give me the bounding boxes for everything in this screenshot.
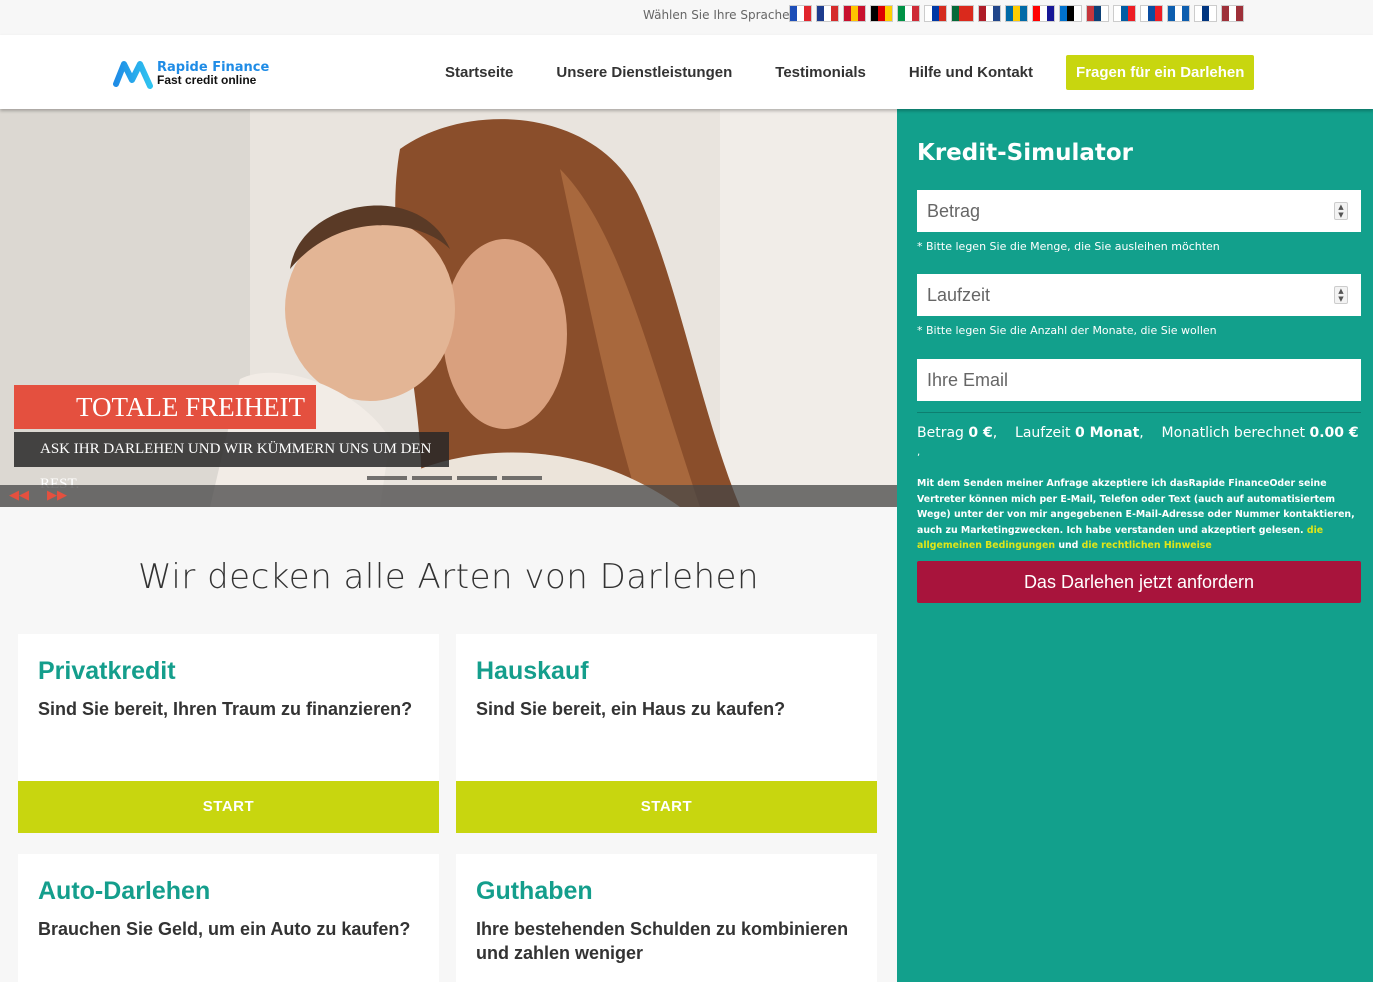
flag-se-icon[interactable] — [1005, 5, 1028, 22]
flag-de-icon[interactable] — [870, 5, 893, 22]
flag-it-icon[interactable] — [897, 5, 920, 22]
summary-monthly-label: Monatlich berechnet — [1161, 425, 1306, 441]
amount-stepper-icon[interactable]: ▲ ▼ — [1334, 202, 1348, 220]
fast-forward-icon[interactable]: ▶▶ — [47, 488, 67, 503]
language-bar: Wählen Sie Ihre Sprache — [0, 0, 1373, 35]
card-text: Brauchen Sie Geld, um ein Auto zu kaufen… — [38, 919, 411, 939]
flag-rs-icon[interactable] — [1086, 5, 1109, 22]
hero-title: TOTALE FREIHEIT — [14, 385, 316, 429]
loan-card-privatkredit: Privatkredit Sind Sie bereit, Ihren Trau… — [18, 634, 439, 833]
card-title: Guthaben — [476, 877, 593, 905]
legal-notice-link[interactable]: die rechtlichen Hinweise — [1082, 540, 1212, 551]
logo-mark-icon — [113, 61, 153, 89]
nav-startseite[interactable]: Startseite — [445, 64, 513, 81]
start-button[interactable]: START — [456, 781, 877, 833]
flag-hr-icon[interactable] — [1032, 5, 1055, 22]
flag-si-icon[interactable] — [1113, 5, 1136, 22]
main-nav: Startseite Unsere Dienstleistungen Testi… — [445, 35, 1255, 109]
summary-amount-value: 0 € — [968, 425, 993, 441]
card-title: Hauskauf — [476, 657, 589, 685]
slider-dot[interactable] — [457, 476, 497, 480]
language-label: Wählen Sie Ihre Sprache — [643, 8, 790, 22]
flag-nl-icon[interactable] — [978, 5, 1001, 22]
hero-slider: TOTALE FREIHEIT ASK IHR DARLEHEN UND WIR… — [0, 109, 897, 507]
nav-dienstleistungen[interactable]: Unsere Dienstleistungen — [556, 64, 732, 81]
submit-loan-button[interactable]: Das Darlehen jetzt anfordern — [917, 561, 1361, 603]
divider — [917, 412, 1361, 413]
section-title: Wir decken alle Arten von Darlehen — [138, 557, 759, 597]
summary-amount-label: Betrag — [917, 425, 964, 441]
email-input[interactable]: Ihre Email — [917, 359, 1361, 401]
amount-input[interactable]: Betrag — [917, 190, 1361, 232]
flag-fi-icon[interactable] — [1194, 5, 1217, 22]
card-text: Ihre bestehenden Schulden zu kombinieren… — [476, 919, 849, 963]
flag-fr-icon[interactable] — [789, 5, 812, 22]
simulator-title: Kredit-Simulator — [917, 140, 1133, 166]
flag-gb-icon[interactable] — [816, 5, 839, 22]
summary-monthly-value: 0.00 € — [1309, 425, 1359, 441]
card-title: Privatkredit — [38, 657, 176, 685]
duration-hint: * Bitte legen Sie die Anzahl der Monate,… — [917, 324, 1217, 337]
legal-text: Mit dem Senden meiner Anfrage akzeptiere… — [917, 478, 1355, 536]
flag-sk-icon[interactable] — [1140, 5, 1163, 22]
slider-dot[interactable] — [502, 476, 542, 480]
flag-gr-icon[interactable] — [1167, 5, 1190, 22]
loan-card-hauskauf: Hauskauf Sind Sie bereit, ein Haus zu ka… — [456, 634, 877, 833]
slider-dot[interactable] — [412, 476, 452, 480]
card-title: Auto-Darlehen — [38, 877, 211, 905]
loan-card-guthaben: Guthaben Ihre bestehenden Schulden zu ko… — [456, 854, 877, 982]
loan-card-auto: Auto-Darlehen Brauchen Sie Geld, um ein … — [18, 854, 439, 982]
flag-pt-icon[interactable] — [951, 5, 974, 22]
flag-lv-icon[interactable] — [1221, 5, 1244, 22]
summary-separator: , — [917, 447, 921, 458]
slider-indicators — [367, 476, 542, 480]
summary-duration-label: Laufzeit — [1015, 425, 1071, 441]
hero-subtitle: ASK IHR DARLEHEN UND WIR KÜMMERN UNS UM … — [14, 432, 449, 492]
card-text: Sind Sie bereit, ein Haus zu kaufen? — [476, 699, 786, 719]
card-text: Sind Sie bereit, Ihren Traum zu finanzie… — [38, 699, 413, 719]
legal-and: und — [1058, 540, 1079, 551]
language-flags — [789, 5, 1244, 22]
duration-input[interactable]: Laufzeit — [917, 274, 1361, 316]
nav-testimonials[interactable]: Testimonials — [775, 64, 866, 81]
start-button[interactable]: START — [18, 781, 439, 833]
summary-duration-value: 0 Monat — [1075, 425, 1140, 441]
brand-logo[interactable]: Rapide Finance Fast credit online — [113, 58, 269, 90]
amount-hint: * Bitte legen Sie die Menge, die Sie aus… — [917, 240, 1220, 253]
loan-summary: Betrag 0 €, Laufzeit 0 Monat, Monatlich … — [917, 425, 1359, 441]
site-header: Rapide Finance Fast credit online Starts… — [0, 35, 1373, 109]
brand-tagline: Fast credit online — [157, 73, 257, 87]
slider-controls: ◀◀ ▶▶ — [0, 485, 897, 507]
duration-stepper-icon[interactable]: ▲ ▼ — [1334, 286, 1348, 304]
flag-es-icon[interactable] — [843, 5, 866, 22]
legal-notice: Mit dem Senden meiner Anfrage akzeptiere… — [917, 476, 1361, 554]
credit-simulator: Kredit-Simulator Betrag ▲ ▼ * Bitte legen… — [897, 109, 1373, 982]
nav-hilfe-kontakt[interactable]: Hilfe und Kontakt — [909, 64, 1033, 81]
loan-request-button[interactable]: Fragen für ein Darlehen — [1066, 54, 1255, 90]
flag-ee-icon[interactable] — [1059, 5, 1082, 22]
flag-ru-icon[interactable] — [924, 5, 947, 22]
rewind-icon[interactable]: ◀◀ — [9, 488, 29, 503]
slider-dot[interactable] — [367, 476, 407, 480]
